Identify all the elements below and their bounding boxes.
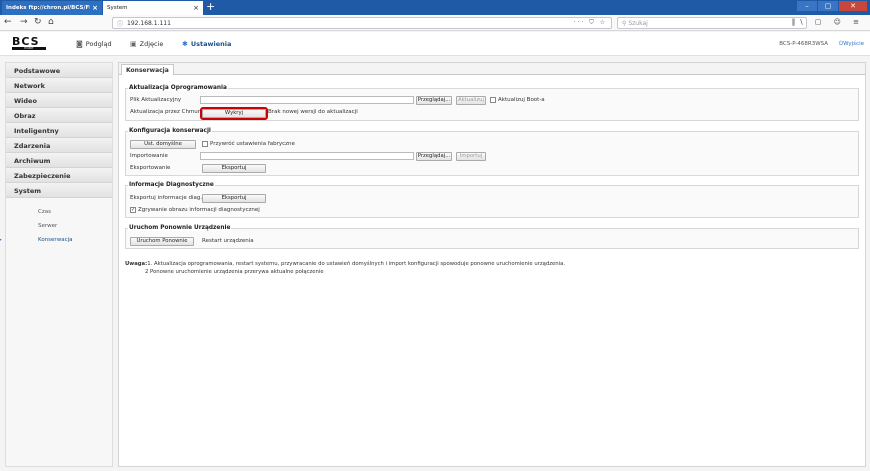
reload-icon[interactable]: ↻: [34, 17, 42, 28]
arrow-right-icon: ▶: [0, 237, 2, 243]
window-controls: – ▢ ✕: [797, 1, 867, 11]
url-text[interactable]: 192.168.1.111: [127, 20, 574, 27]
logout-button[interactable]: ⏻Wyjście: [839, 41, 864, 48]
diag-capture-label: Zgrywanie obrazu informacji diagnostyczn…: [138, 207, 260, 213]
boot-update-label: Aktualizuj Boot-a: [498, 97, 545, 103]
info-icon[interactable]: ⓘ: [117, 19, 123, 28]
forward-icon[interactable]: →: [20, 17, 28, 28]
import-browse-button[interactable]: Przeglądaj...: [416, 152, 452, 161]
browser-navbar: ← → ↻ ⌂ ⓘ 192.168.1.111 ··· ⛉ ☆ ⚲ Szukaj…: [0, 15, 870, 31]
close-icon[interactable]: ×: [92, 4, 98, 12]
note-text-1: 1. Aktualizacja oprogramowania, restart …: [147, 261, 566, 267]
update-file-input[interactable]: [200, 96, 414, 104]
section-config: Konfiguracja konserwacji Ust. domyślne P…: [125, 128, 859, 176]
browse-button[interactable]: Przeglądaj...: [416, 96, 452, 105]
cloud-update-label: Aktualizacja przez Chmurę: [130, 109, 204, 115]
sidebar: Podstawowe Network Wideo Obraz Inteligen…: [0, 62, 113, 467]
diag-export-button[interactable]: Eksportuj: [202, 194, 266, 203]
note-prefix: Uwaga:: [125, 261, 148, 267]
factory-reset-checkbox[interactable]: [202, 141, 208, 147]
browser-tab-ftp[interactable]: Indeks ftp://chron.pl/BCS/FIRM ×: [2, 1, 102, 15]
factory-reset-label: Przywróć ustawienia fabryczne: [210, 141, 295, 147]
nav-podglad[interactable]: ◙ Podgląd: [76, 40, 112, 48]
nav-label: Ustawienia: [190, 40, 232, 48]
device-name: BCS-P-468R3WSA: [779, 41, 828, 47]
tab-konserwacja[interactable]: Konserwacja: [121, 64, 174, 75]
minimize-icon[interactable]: –: [797, 1, 817, 11]
defaults-button[interactable]: Ust. domyślne: [130, 140, 196, 149]
cloud-status: Brak nowej wersji do aktualizacji: [268, 109, 358, 115]
note-line-1: Uwaga:1. Aktualizacja oprogramowania, re…: [125, 261, 565, 267]
section-diagnostics: Informacje Diagnostyczne Eksportuj infor…: [125, 182, 859, 218]
sidebar-item-zdarzenia[interactable]: Zdarzenia: [6, 138, 112, 153]
camera-icon: ◙: [76, 40, 83, 48]
sidebar-item-network[interactable]: Network: [6, 78, 112, 93]
sidebar-sub-czas[interactable]: Czas: [6, 204, 112, 218]
section-title: Aktualizacja Oprogramowania: [128, 85, 228, 91]
section-title: Informacje Diagnostyczne: [128, 182, 215, 188]
main-content: Konserwacja Aktualizacja Oprogramowania …: [118, 62, 866, 467]
sidebar-item-archiwum[interactable]: Archiwum: [6, 153, 112, 168]
logout-label: Wyjście: [843, 41, 864, 47]
sidebar-sub-serwer[interactable]: Serwer: [6, 218, 112, 232]
picture-icon: ▣: [130, 40, 137, 48]
sidebar-item-wideo[interactable]: Wideo: [6, 93, 112, 108]
section-title: Uruchom Ponownie Urządzenie: [128, 225, 232, 231]
search-placeholder: Szukaj: [628, 19, 648, 27]
section-update: Aktualizacja Oprogramowania Plik Aktuali…: [125, 85, 859, 121]
sidebar-sub-label: Konserwacja: [38, 237, 73, 243]
boot-update-checkbox[interactable]: [490, 97, 496, 103]
close-icon[interactable]: ×: [193, 4, 199, 12]
maximize-icon[interactable]: ▢: [818, 1, 838, 11]
file-label: Plik Aktualizacyjny: [130, 97, 182, 103]
sidebar-item-zabezpieczenie[interactable]: Zabezpieczenie: [6, 168, 112, 183]
export-config-button[interactable]: Eksportuj: [202, 164, 266, 173]
detect-button[interactable]: Wykryj: [200, 107, 268, 120]
sidebar-sub-konserwacja[interactable]: ▶ Konserwacja: [0, 232, 112, 246]
toolbar-icons[interactable]: ‖\ ▢ ☺ ≡: [792, 18, 864, 26]
sidebar-item-system[interactable]: System: [6, 183, 112, 198]
nav-label: Zdjęcie: [139, 40, 164, 48]
window-close-icon[interactable]: ✕: [839, 1, 867, 11]
restart-button[interactable]: Uruchom Ponownie: [130, 237, 194, 246]
diag-capture-checkbox[interactable]: ✓: [130, 207, 136, 213]
home-icon[interactable]: ⌂: [48, 17, 54, 28]
bcs-logo: BCS POINT: [12, 36, 52, 51]
import-button[interactable]: Importuj: [456, 152, 486, 161]
note-line-2: 2 Ponowne uruchomienie urządzenia przery…: [145, 269, 324, 275]
nav-label: Podgląd: [85, 40, 112, 48]
sidebar-item-podstawowe[interactable]: Podstawowe: [6, 63, 112, 78]
address-bar[interactable]: ⓘ 192.168.1.111 ··· ⛉ ☆: [112, 17, 612, 29]
sidebar-item-inteligentny[interactable]: Inteligentny: [6, 123, 112, 138]
section-restart: Uruchom Ponownie Urządzenie Uruchom Pono…: [125, 225, 859, 249]
browser-tab-label: Indeks ftp://chron.pl/BCS/FIRM: [6, 5, 90, 11]
browser-tab-label: System: [107, 5, 128, 11]
back-icon[interactable]: ←: [4, 17, 12, 28]
nav-ustawienia[interactable]: ✱ Ustawienia: [182, 40, 231, 48]
nav-zdjecie[interactable]: ▣ Zdjęcie: [130, 40, 163, 48]
gear-icon: ✱: [182, 40, 188, 48]
content-tabstrip: Konserwacja: [119, 63, 865, 75]
restart-label: Restart urządzenia: [202, 238, 254, 244]
import-file-input[interactable]: [200, 152, 414, 160]
diag-export-label: Eksportuj informacje diag...: [130, 195, 206, 201]
browser-titlebar: Indeks ftp://chron.pl/BCS/FIRM × System …: [0, 0, 870, 15]
app-header: BCS POINT ◙ Podgląd ▣ Zdjęcie ✱ Ustawien…: [0, 32, 870, 56]
import-label: Importowanie: [130, 153, 168, 159]
new-tab-icon[interactable]: +: [206, 1, 215, 13]
sidebar-item-obraz[interactable]: Obraz: [6, 108, 112, 123]
section-title: Konfiguracja konserwacji: [128, 128, 212, 134]
page-actions-icon[interactable]: ··· ⛉ ☆: [574, 19, 607, 27]
export-label: Eksportowanie: [130, 165, 171, 171]
browser-tab-system[interactable]: System ×: [103, 1, 203, 15]
search-input[interactable]: ⚲ Szukaj: [617, 17, 807, 29]
update-button[interactable]: Aktualizuj: [456, 96, 486, 105]
